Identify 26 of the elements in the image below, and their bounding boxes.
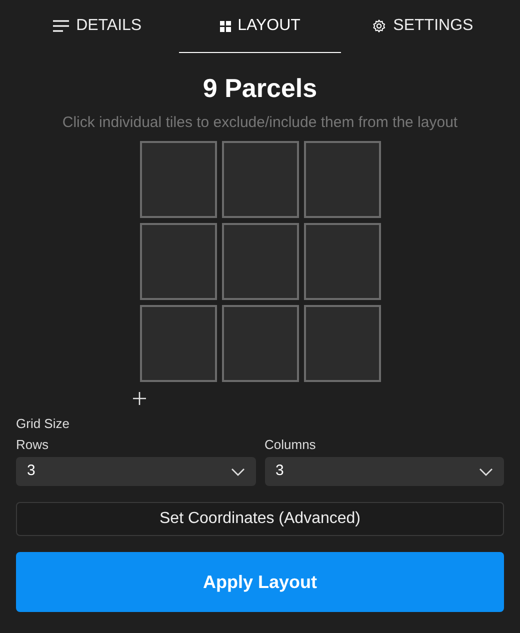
instruction-text: Click individual tiles to exclude/include them from the layout — [61, 113, 459, 133]
grid-icon — [220, 20, 231, 32]
parcel-tile[interactable] — [140, 223, 216, 300]
menu-lines-icon — [53, 20, 70, 32]
parcel-tile[interactable] — [304, 223, 380, 300]
parcel-tile[interactable] — [222, 305, 298, 382]
chevron-down-icon — [479, 468, 493, 476]
section-label: Grid Size — [16, 416, 70, 432]
crosshair-cursor-icon — [133, 392, 146, 405]
parcel-tile[interactable] — [222, 223, 298, 300]
parcel-tile[interactable] — [140, 305, 216, 382]
settings-icon — [372, 19, 386, 33]
parcel-tile[interactable] — [304, 141, 380, 218]
tab[interactable]: DETAILS — [16, 0, 179, 53]
columns-dropdown[interactable]: 3 — [264, 457, 504, 486]
parcel-tile[interactable] — [304, 305, 380, 382]
field-label: Rows — [16, 437, 50, 453]
chevron-down-icon — [230, 468, 244, 476]
coordinates-button[interactable]: Set Coordinates (Advanced) — [16, 502, 504, 536]
tab[interactable]: SETTINGS — [341, 0, 504, 53]
parcel-tile[interactable] — [140, 141, 216, 218]
parcel-tile[interactable] — [222, 141, 298, 218]
panel-title: 9 Parcels — [202, 72, 318, 104]
rows-dropdown[interactable]: 3 — [16, 457, 256, 486]
field-label: Columns — [264, 437, 317, 453]
tab[interactable]: LAYOUT — [178, 0, 342, 53]
